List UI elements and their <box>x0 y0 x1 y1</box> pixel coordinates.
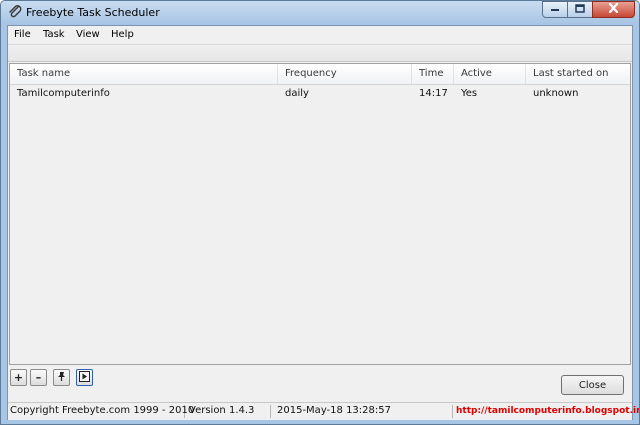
task-list[interactable]: Task name Frequency Time Active Last sta… <box>9 63 631 365</box>
status-datetime: 2015-May-18 13:28:57 <box>273 405 453 418</box>
pin-icon <box>57 371 66 385</box>
menu-view[interactable]: View <box>76 29 100 40</box>
menu-help[interactable]: Help <box>111 29 134 40</box>
column-header-active[interactable]: Active <box>454 64 526 84</box>
minimize-icon <box>550 4 560 15</box>
title-bar[interactable]: Freebyte Task Scheduler <box>1 1 639 25</box>
column-header-frequency[interactable]: Frequency <box>278 64 412 84</box>
menu-file[interactable]: File <box>14 29 31 40</box>
status-version: Version 1.4.3 <box>187 405 271 418</box>
cell-last-started: unknown <box>533 88 579 99</box>
maximize-icon <box>575 3 585 16</box>
window-title: Freebyte Task Scheduler <box>26 6 160 19</box>
column-header-task-name[interactable]: Task name <box>10 64 278 84</box>
window-close-button[interactable] <box>592 1 635 18</box>
cell-active: Yes <box>461 88 478 99</box>
run-task-button[interactable] <box>76 369 93 386</box>
status-bar: Copyright Freebyte.com 1999 - 2010 Versi… <box>8 402 639 420</box>
edit-task-button[interactable] <box>53 369 70 386</box>
column-header-time[interactable]: Time <box>412 64 454 84</box>
column-header-last-started[interactable]: Last started on <box>526 64 630 84</box>
menu-bar: File Task View Help <box>8 26 632 45</box>
toolbar-strip <box>8 45 632 62</box>
add-task-button[interactable]: + <box>10 369 27 386</box>
status-copyright: Copyright Freebyte.com 1999 - 2010 <box>10 405 195 418</box>
close-button[interactable]: Close <box>561 375 624 395</box>
status-link[interactable]: http://tamilcomputerinfo.blogspot.in/ <box>456 406 639 416</box>
task-list-header: Task name Frequency Time Active Last sta… <box>10 64 630 85</box>
maximize-button[interactable] <box>567 1 593 18</box>
menu-task[interactable]: Task <box>43 29 65 40</box>
close-icon <box>608 2 619 16</box>
cell-task-name: Tamilcomputerinfo <box>17 88 110 99</box>
paperclip-icon <box>7 4 23 20</box>
minimize-button[interactable] <box>542 1 568 18</box>
cell-time: 14:17 <box>419 88 448 99</box>
remove-task-button[interactable]: – <box>30 369 47 386</box>
app-window: Freebyte Task Scheduler File Task View H… <box>0 0 640 425</box>
client-area: File Task View Help Task name Frequency … <box>7 25 639 420</box>
cell-frequency: daily <box>285 88 309 99</box>
table-row[interactable]: Tamilcomputerinfo daily 14:17 Yes unknow… <box>10 85 630 102</box>
play-icon <box>79 370 90 385</box>
